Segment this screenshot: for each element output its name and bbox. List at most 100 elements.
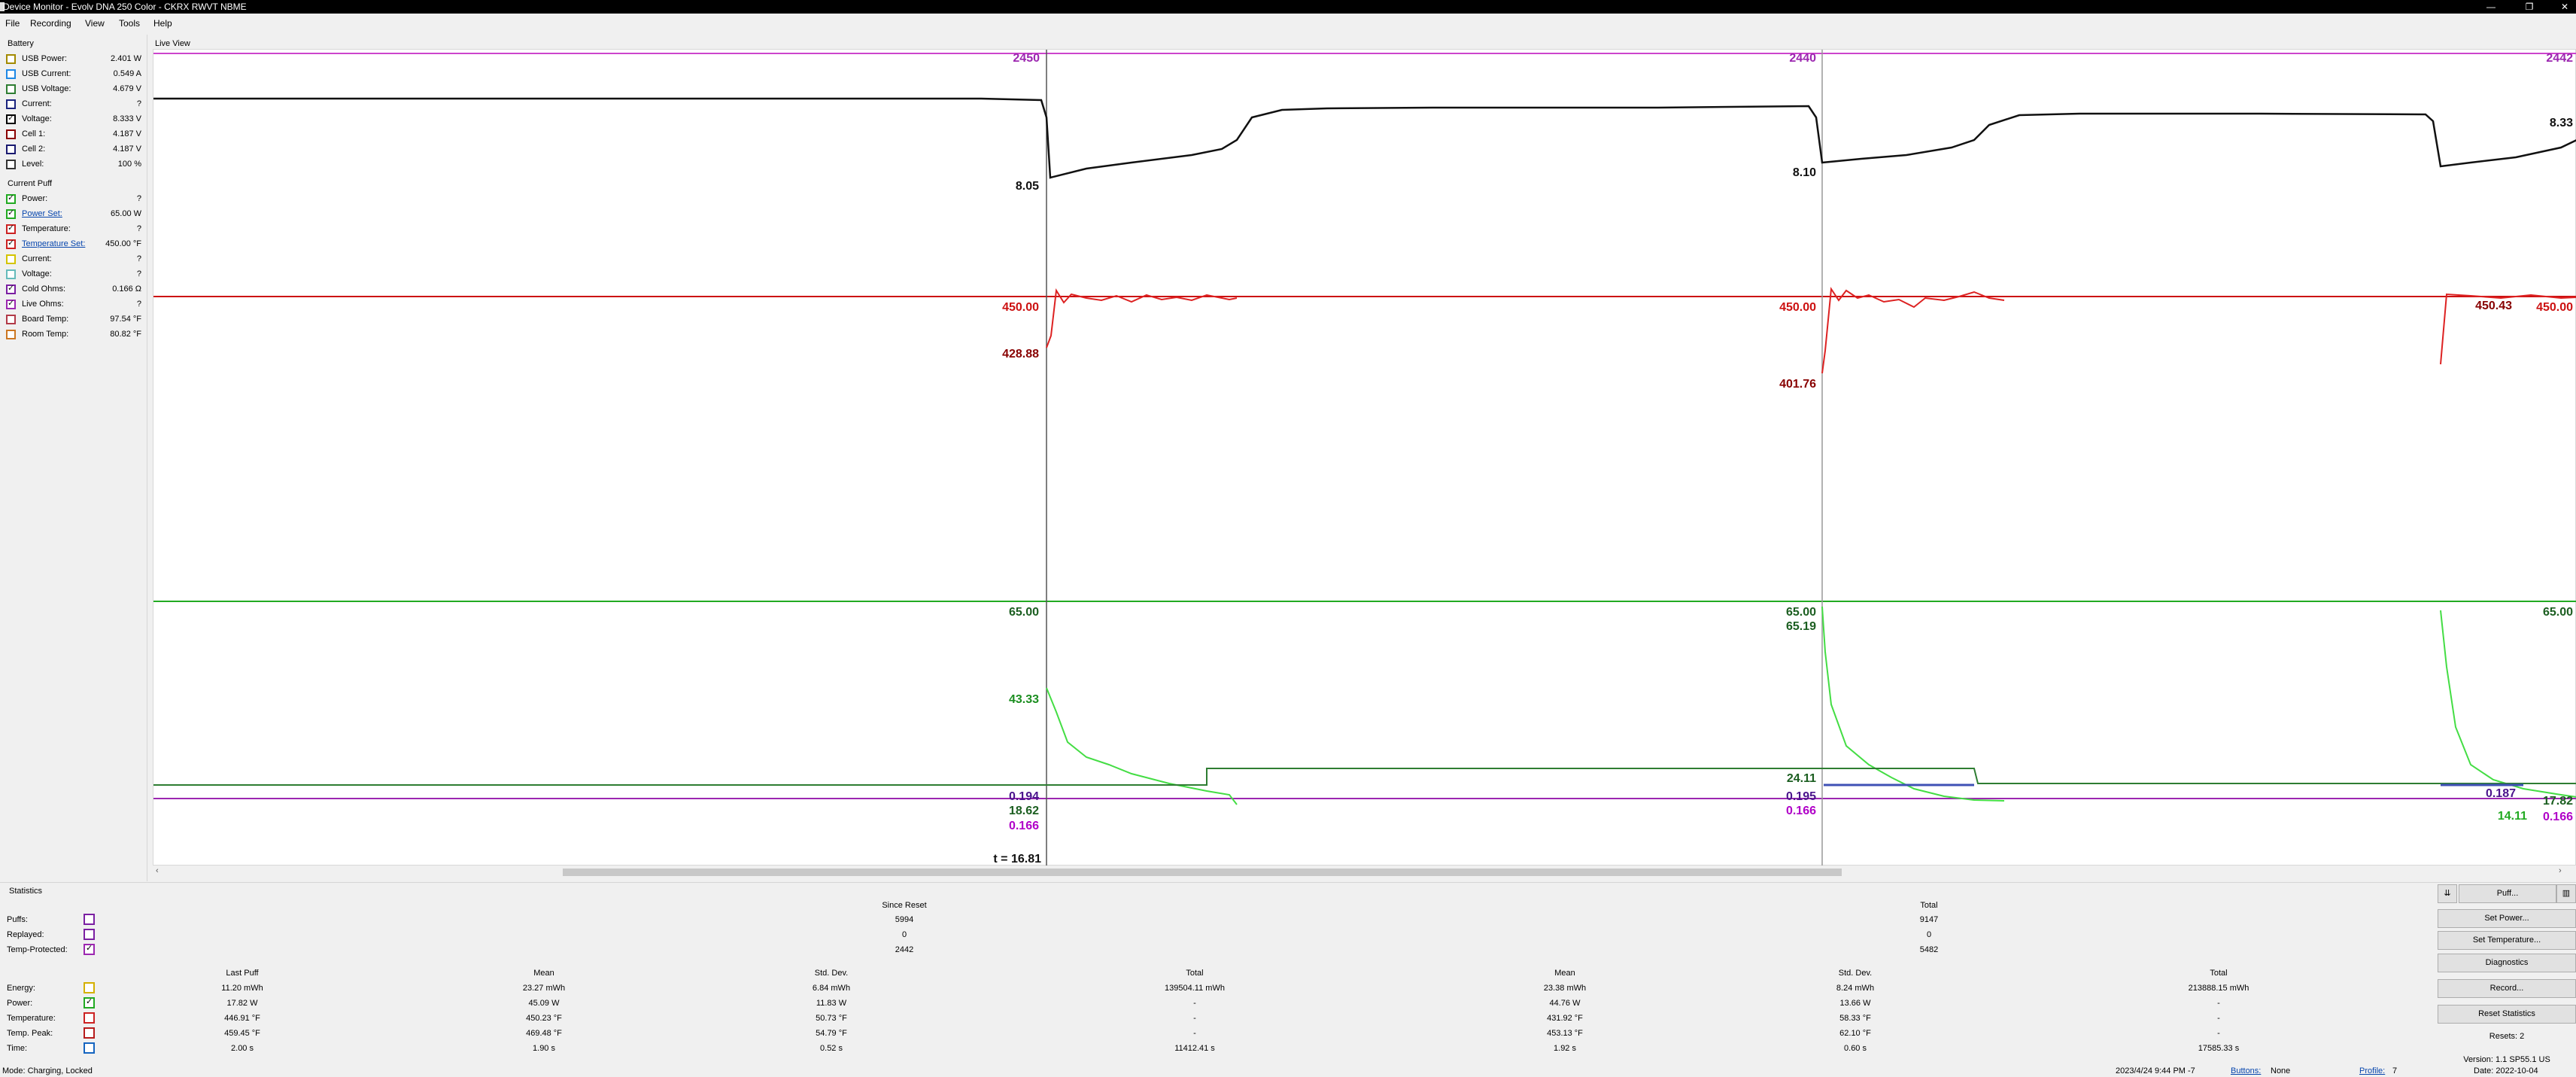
battery-value: ?: [136, 99, 141, 108]
battery-checkbox[interactable]: [6, 160, 16, 169]
live-ohms-label-1: 0.194: [1009, 790, 1039, 803]
maximize-button[interactable]: ❐: [2518, 0, 2541, 14]
diagnostics-button[interactable]: Diagnostics: [2438, 954, 2576, 972]
puff-checkbox[interactable]: [6, 298, 16, 309]
stats-column-header: Mean: [533, 969, 554, 978]
current-puff-group-title: Current Puff: [8, 179, 53, 188]
menu-file[interactable]: File: [5, 18, 20, 29]
battery-checkbox[interactable]: [6, 99, 16, 109]
stats-cell: 13.66 W: [1839, 999, 1871, 1008]
battery-row: Cell 1: 4.187 V: [6, 128, 141, 141]
puff-label: Room Temp:: [22, 330, 69, 339]
menu-tools[interactable]: Tools: [119, 18, 140, 29]
counter-checkbox[interactable]: [84, 943, 95, 955]
stats-row-checkbox[interactable]: [84, 1027, 95, 1039]
puff-value: ?: [136, 269, 141, 278]
battery-value: 4.679 V: [113, 84, 141, 93]
temp-label-2: 401.76: [1779, 378, 1816, 391]
stats-row-checkbox[interactable]: [84, 996, 95, 1009]
puff-row: Voltage:?: [6, 268, 141, 281]
puff-checkbox[interactable]: [6, 254, 16, 264]
set-temperature-button[interactable]: Set Temperature...: [2438, 931, 2576, 950]
stats-cell: 23.27 mWh: [522, 984, 566, 993]
counter-checkbox[interactable]: [84, 914, 95, 925]
voltage-trace: [153, 97, 2576, 179]
menu-view[interactable]: View: [85, 18, 105, 29]
puff-label: Current:: [22, 254, 52, 263]
stats-row-checkbox[interactable]: [84, 1042, 95, 1054]
menu-help[interactable]: Help: [153, 18, 172, 29]
counter-since-reset: 0: [901, 930, 907, 939]
puff-label[interactable]: Temperature Set:: [22, 239, 85, 248]
stats-cell: 431.92 °F: [1547, 1014, 1583, 1023]
battery-checkbox[interactable]: [6, 84, 16, 94]
puff-checkbox[interactable]: [6, 208, 16, 219]
counter-label: Replayed:: [7, 930, 44, 939]
puff-value: ?: [136, 254, 141, 263]
close-button[interactable]: ✕: [2553, 0, 2576, 14]
puff-options-button[interactable]: ⇊: [2438, 884, 2457, 903]
horizontal-scrollbar[interactable]: ‹ ›: [153, 866, 2576, 879]
puff-checkbox[interactable]: [6, 238, 16, 249]
scrollbar-thumb[interactable]: [563, 869, 1842, 876]
counter-checkbox[interactable]: [84, 929, 95, 940]
puff-row: Temperature:?: [6, 223, 141, 236]
live-view-plot[interactable]: 2450 2440 2442 8.05 8.10 8.33 450.00 450…: [153, 49, 2576, 866]
status-bar: Mode: Charging, Locked 2023/4/24 9:44 PM…: [0, 1066, 2576, 1077]
reset-statistics-button[interactable]: Reset Statistics: [2438, 1005, 2576, 1024]
minimize-button[interactable]: —: [2480, 0, 2502, 14]
stats-row-checkbox[interactable]: [84, 982, 95, 993]
battery-label: USB Power:: [22, 54, 67, 63]
stats-column-header: Std. Dev.: [1838, 969, 1873, 978]
stats-cell: 58.33 °F: [1839, 1014, 1871, 1023]
stats-row-label: Temperature:: [7, 1014, 56, 1023]
stats-cell: -: [2217, 1014, 2220, 1023]
since-reset-header: Since Reset: [882, 901, 927, 910]
battery-checkbox[interactable]: [6, 145, 16, 154]
stats-cell: 54.79 °F: [816, 1029, 847, 1038]
puff-button[interactable]: Puff...: [2459, 884, 2556, 903]
battery-checkbox[interactable]: [6, 54, 16, 64]
puff-label[interactable]: Power Set:: [22, 209, 62, 218]
battery-row: Voltage: 8.333 V: [6, 113, 141, 126]
battery-checkbox[interactable]: [6, 129, 16, 139]
record-button[interactable]: Record...: [2438, 979, 2576, 998]
puff-checkbox[interactable]: [6, 330, 16, 339]
puff-checkbox[interactable]: [6, 283, 16, 294]
stats-cell: -: [1193, 999, 1196, 1008]
power-trace-2: [1821, 606, 2005, 802]
stats-row-checkbox[interactable]: [84, 1012, 95, 1024]
stats-column-header: Mean: [1554, 969, 1575, 978]
stats-row-label: Temp. Peak:: [7, 1029, 53, 1038]
graph-icon-button[interactable]: ▥: [2556, 884, 2576, 903]
live-ohms-label-3: 0.187: [2486, 787, 2516, 800]
scroll-left-icon[interactable]: ‹: [156, 866, 159, 875]
date-label: Date: 2022-10-04: [2474, 1066, 2538, 1075]
puff-checkbox[interactable]: [6, 223, 16, 234]
scroll-right-icon[interactable]: ›: [2559, 866, 2562, 875]
counter-label: Temp-Protected:: [7, 945, 68, 954]
puff-value: 0.166 Ω: [112, 284, 141, 294]
profile-link[interactable]: Profile:: [2359, 1066, 2385, 1075]
stats-cell: 17.82 W: [226, 999, 258, 1008]
set-power-button[interactable]: Set Power...: [2438, 909, 2576, 928]
battery-checkbox[interactable]: [6, 69, 16, 79]
stats-cell: -: [2217, 999, 2220, 1008]
menu-recording[interactable]: Recording: [30, 18, 71, 29]
battery-checkbox[interactable]: [6, 113, 16, 124]
battery-label: Level:: [22, 160, 44, 169]
puff-label: Board Temp:: [22, 315, 69, 324]
puff-checkbox[interactable]: [6, 269, 16, 279]
stats-cell: 1.92 s: [1554, 1044, 1576, 1053]
puff-checkbox[interactable]: [6, 315, 16, 324]
puff-value: 80.82 °F: [110, 330, 141, 339]
buttons-value: None: [2271, 1066, 2291, 1075]
battery-group-title: Battery: [8, 39, 34, 48]
buttons-link[interactable]: Buttons:: [2231, 1066, 2261, 1075]
resets-count: Resets: 2: [2489, 1032, 2525, 1041]
puff-checkbox[interactable]: [6, 193, 16, 204]
voltage-label-3: 8.33: [2550, 117, 2573, 129]
power-set-label-1: 65.00: [1009, 606, 1039, 619]
stats-cell: 0.52 s: [820, 1044, 843, 1053]
battery-row: Current:?: [6, 98, 141, 111]
